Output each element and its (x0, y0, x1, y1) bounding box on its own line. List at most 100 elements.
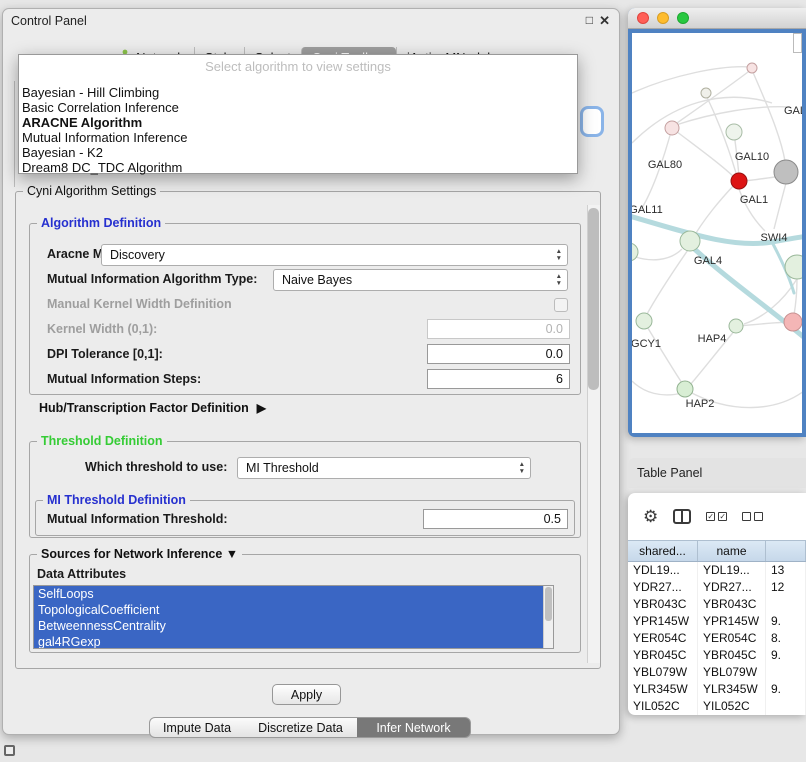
chevron-updown-icon: ▲▼ (556, 273, 562, 287)
mi-type-label: Mutual Information Algorithm Type: (47, 272, 257, 286)
columns-icon[interactable] (673, 509, 691, 524)
table-row[interactable]: YDR27...YDR27...12 (628, 579, 806, 596)
close-traffic-light[interactable] (637, 12, 649, 24)
node-label-gal11[interactable]: GAL11 (632, 204, 663, 216)
dpi-tolerance-input[interactable]: 0.0 (427, 344, 570, 364)
deselect-all-checkboxes-icon[interactable] (742, 512, 763, 521)
apply-button[interactable]: Apply (272, 684, 341, 705)
mi-threshold-input[interactable]: 0.5 (423, 509, 568, 529)
network-node[interactable] (701, 88, 711, 98)
gear-icon[interactable]: ⚙ (643, 507, 658, 527)
kernel-width-input[interactable]: 0.0 (427, 319, 570, 339)
algorithm-option[interactable]: Mutual Information Inference (19, 130, 577, 145)
node-label-hap2[interactable]: HAP2 (686, 398, 715, 410)
network-node[interactable] (726, 124, 742, 140)
network-node[interactable] (677, 381, 693, 397)
table-row[interactable]: YBR045CYBR045C9. (628, 647, 806, 664)
network-scrollbar[interactable] (793, 33, 802, 53)
column-header-clipped[interactable] (766, 541, 806, 561)
network-window-titlebar (628, 8, 806, 29)
network-node-selected[interactable] (731, 173, 747, 189)
cyni-settings-legend: Cyni Algorithm Settings (23, 184, 160, 198)
node-label-gal10[interactable]: GAL10 (735, 151, 769, 163)
network-node[interactable] (632, 243, 638, 261)
sources-legend[interactable]: Sources for Network Inference ▼ (37, 547, 242, 561)
float-window-icon[interactable]: □ (586, 13, 593, 27)
mi-type-select[interactable]: Naive Bayes ▲▼ (273, 269, 568, 291)
network-node[interactable] (636, 313, 652, 329)
tab-impute-data[interactable]: Impute Data (149, 717, 245, 738)
table-row[interactable]: YBR043CYBR043C (628, 596, 806, 613)
field-value: 0.0 (546, 347, 563, 361)
table-row[interactable]: YBL079WYBL079W (628, 664, 806, 681)
field-value: 6 (556, 372, 563, 386)
network-node[interactable] (680, 231, 700, 251)
tab-infer-network[interactable]: Infer Network (357, 717, 471, 738)
table-header: shared... name (628, 540, 806, 562)
algorithm-option[interactable]: Dream8 DC_TDC Algorithm (19, 160, 577, 175)
table-row[interactable]: YDL19...YDL19...13 (628, 562, 806, 579)
network-canvas[interactable]: GAL80 GAL10 GAL11 GAL1 SWI4 GAL4 GCY1 HA… (632, 33, 802, 433)
list-scrollbar-thumb[interactable] (545, 587, 552, 621)
list-item[interactable]: SelfLoops (34, 586, 544, 602)
mi-threshold-legend: MI Threshold Definition (43, 493, 190, 507)
which-threshold-select[interactable]: MI Threshold ▲▼ (237, 457, 531, 479)
column-header-shared-name[interactable]: shared... (628, 541, 698, 561)
list-item[interactable]: TopologicalCoefficient (34, 602, 544, 618)
popup-spacer (19, 76, 577, 85)
dpi-tolerance-label: DPI Tolerance [0,1]: (47, 347, 163, 361)
combo-value: Discovery (110, 248, 165, 262)
table-body: YDL19...YDL19...13 YDR27...YDR27...12 YB… (628, 562, 806, 715)
network-view-window: GAL80 GAL10 GAL11 GAL1 SWI4 GAL4 GCY1 HA… (628, 8, 806, 437)
dock-panel-icon[interactable] (4, 745, 15, 756)
field-value: 0.5 (544, 512, 561, 526)
mi-steps-input[interactable]: 6 (427, 369, 570, 389)
table-toolbar: ⚙ ✓✓ (628, 493, 806, 540)
table-panel-title: Table Panel (637, 466, 702, 480)
algorithm-option[interactable]: Bayesian - Hill Climbing (19, 85, 577, 100)
network-node[interactable] (747, 63, 757, 73)
algorithm-dropdown-popup: Select algorithm to view settings Bayesi… (18, 54, 578, 174)
aracne-mode-select[interactable]: Discovery ▲▼ (101, 244, 568, 266)
node-label-hap4[interactable]: HAP4 (698, 333, 727, 345)
kernel-width-label: Kernel Width (0,1): (47, 322, 157, 336)
table-row[interactable]: YLR345WYLR345W9. (628, 681, 806, 698)
node-label-gal4[interactable]: GAL4 (694, 255, 722, 267)
node-label-gal-partial[interactable]: GAL (784, 105, 802, 117)
select-all-checkboxes-icon[interactable]: ✓✓ (706, 512, 727, 521)
node-label-gcy1[interactable]: GCY1 (632, 338, 661, 350)
table-row[interactable]: YIL052CYIL052C (628, 698, 806, 715)
threshold-definition-legend: Threshold Definition (37, 434, 167, 448)
zoom-traffic-light[interactable] (677, 12, 689, 24)
node-label-swi4[interactable]: SWI4 (761, 232, 788, 244)
desktop: Control Panel □ ✕ Network Style Select C… (0, 0, 806, 762)
table-window: ⚙ ✓✓ shared... name YDL19...YDL19...13 Y… (628, 493, 806, 715)
network-node[interactable] (784, 313, 802, 331)
network-node[interactable] (774, 160, 798, 184)
attributes-listbox[interactable]: SelfLoops TopologicalCoefficient Between… (33, 585, 554, 649)
table-row[interactable]: YER054CYER054C8. (628, 630, 806, 647)
list-item[interactable]: gal4RGexp (34, 634, 544, 649)
algorithm-option[interactable]: Basic Correlation Inference (19, 100, 577, 115)
list-item[interactable]: BetweennessCentrality (34, 618, 544, 634)
manual-kernel-label: Manual Kernel Width Definition (47, 297, 232, 311)
hub-definition-toggle[interactable]: Hub/Transcription Factor Definition ▶ (39, 401, 266, 415)
algorithm-option-selected[interactable]: ARACNE Algorithm (19, 115, 577, 130)
manual-kernel-checkbox[interactable] (554, 298, 568, 312)
minimize-traffic-light[interactable] (657, 12, 669, 24)
algorithm-option[interactable]: Bayesian - K2 (19, 145, 577, 160)
node-label-gal1[interactable]: GAL1 (740, 194, 768, 206)
chevron-updown-icon: ▲▼ (519, 461, 525, 475)
window-title: Control Panel (11, 14, 87, 28)
node-label-gal80[interactable]: GAL80 (648, 159, 682, 171)
close-icon[interactable]: ✕ (599, 13, 610, 29)
network-node[interactable] (729, 319, 743, 333)
table-row[interactable]: YPR145WYPR145W9. (628, 613, 806, 630)
network-node[interactable] (665, 121, 679, 135)
background-group-border (14, 81, 15, 187)
settings-scrollbar-thumb[interactable] (588, 208, 599, 390)
mi-steps-label: Mutual Information Steps: (47, 372, 201, 386)
tab-discretize-data[interactable]: Discretize Data (244, 717, 358, 738)
column-header-name[interactable]: name (698, 541, 766, 561)
list-scrollbar[interactable] (543, 586, 553, 648)
